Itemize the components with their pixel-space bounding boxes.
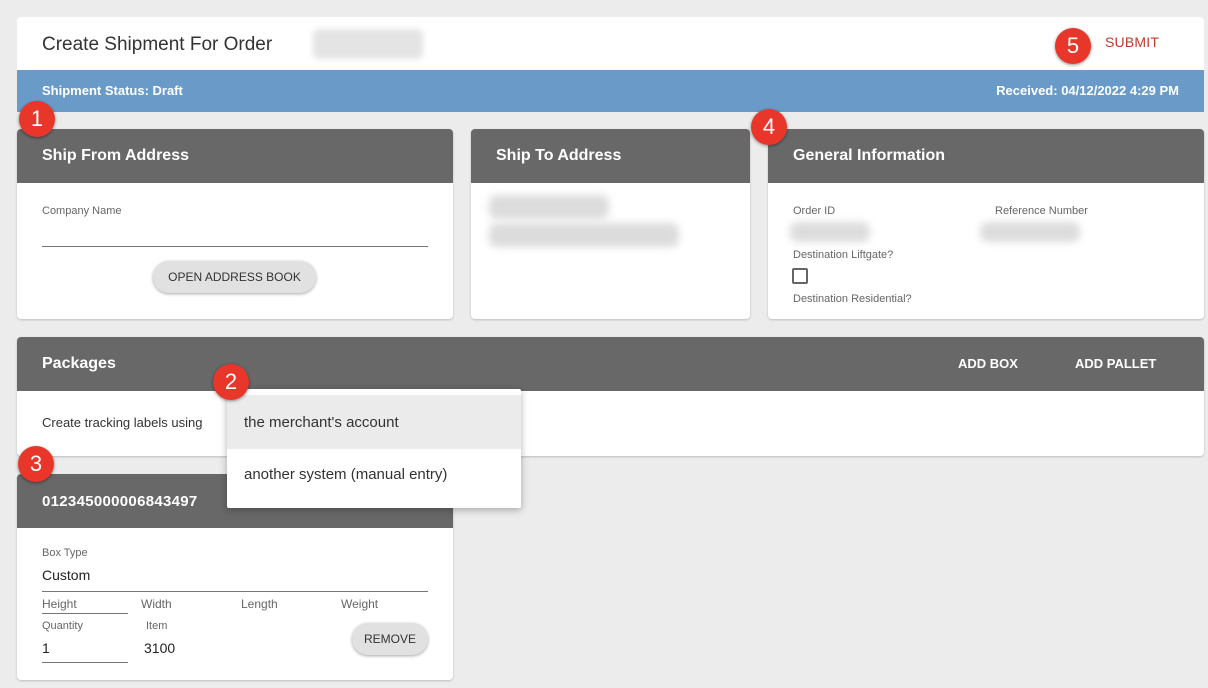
received-timestamp: Received: 04/12/2022 4:29 PM xyxy=(996,83,1179,98)
open-address-book-button[interactable]: OPEN ADDRESS BOOK xyxy=(153,261,316,293)
destination-liftgate-checkbox[interactable] xyxy=(792,268,808,284)
general-information-title: General Information xyxy=(768,129,1204,183)
general-information-card: General Information Order ID Reference N… xyxy=(768,129,1204,319)
order-id-label: Order ID xyxy=(793,205,836,217)
destination-liftgate-label: Destination Liftgate? xyxy=(793,249,894,261)
height-label: Height xyxy=(42,597,77,611)
weight-label: Weight xyxy=(341,597,379,611)
annotation-badge-5: 5 xyxy=(1055,28,1091,64)
quantity-input[interactable]: 1 xyxy=(42,640,50,656)
annotation-badge-2: 2 xyxy=(213,364,249,400)
page-header: Create Shipment For Order SUBMIT xyxy=(17,17,1204,70)
annotation-badge-4: 4 xyxy=(751,109,787,145)
remove-box-button[interactable]: REMOVE xyxy=(352,623,428,655)
box-type-value[interactable]: Custom xyxy=(42,567,90,583)
annotation-badge-1: 1 xyxy=(19,101,55,137)
order-number-redacted xyxy=(313,29,423,59)
ship-from-title: Ship From Address xyxy=(17,129,453,183)
packages-header: Packages ADD BOX ADD PALLET xyxy=(17,337,1204,391)
order-id-redacted xyxy=(790,222,870,242)
item-value: 3100 xyxy=(144,640,176,656)
page-title: Create Shipment For Order xyxy=(42,34,273,55)
company-name-label: Company Name xyxy=(42,205,122,217)
dropdown-option-manual-entry[interactable]: another system (manual entry) xyxy=(227,449,521,499)
ship-to-address-redacted-1 xyxy=(489,195,609,219)
destination-residential-label: Destination Residential? xyxy=(793,293,912,305)
packages-title: Packages xyxy=(42,355,116,372)
box-type-label: Box Type xyxy=(42,547,88,559)
item-label: Item xyxy=(146,620,168,632)
dropdown-option-merchant-account[interactable]: the merchant's account xyxy=(227,395,521,449)
width-label: Width xyxy=(141,597,172,611)
submit-button[interactable]: SUBMIT xyxy=(1105,34,1159,50)
reference-number-redacted xyxy=(980,222,1080,242)
tracking-labels-prompt: Create tracking labels using xyxy=(42,415,203,430)
add-box-button[interactable]: ADD BOX xyxy=(958,356,1018,371)
tracking-source-dropdown[interactable]: the merchant's account another system (m… xyxy=(227,389,521,508)
status-bar: Shipment Status: Draft Received: 04/12/2… xyxy=(17,70,1204,112)
annotation-badge-3: 3 xyxy=(18,446,54,482)
length-label: Length xyxy=(241,597,278,611)
ship-to-address-redacted-2 xyxy=(489,223,679,247)
ship-to-card: Ship To Address xyxy=(471,129,750,319)
packages-card: Packages ADD BOX ADD PALLET Create track… xyxy=(17,337,1204,456)
reference-number-label: Reference Number xyxy=(995,205,1088,217)
quantity-label: Quantity xyxy=(42,620,83,632)
shipment-status: Shipment Status: Draft xyxy=(42,83,183,98)
box-type-underline xyxy=(42,591,428,592)
ship-to-title: Ship To Address xyxy=(471,129,750,183)
add-pallet-button[interactable]: ADD PALLET xyxy=(1075,356,1156,371)
quantity-underline xyxy=(42,662,128,663)
ship-from-card: Ship From Address Company Name OPEN ADDR… xyxy=(17,129,453,319)
height-underline xyxy=(42,613,128,614)
company-name-input[interactable] xyxy=(42,225,428,247)
